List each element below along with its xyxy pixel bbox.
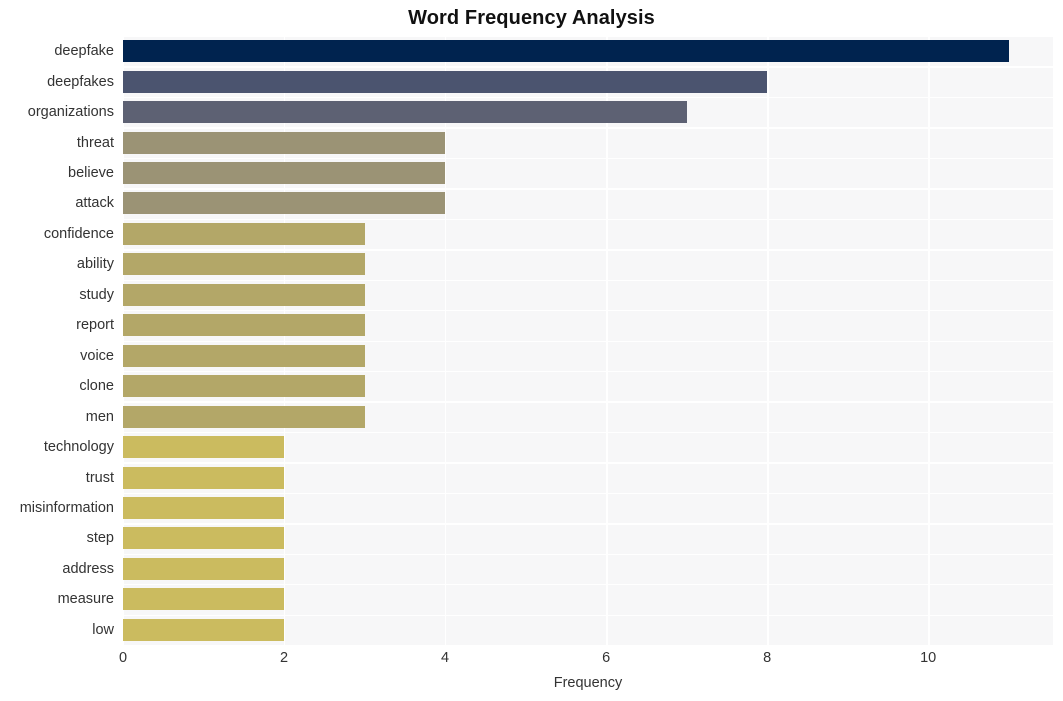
bar [123,375,365,398]
bar [123,405,365,428]
y-axis-tick-label: clone [79,378,114,395]
y-axis-tick-label: confidence [43,225,114,242]
bar [123,222,365,245]
bar [123,618,285,641]
y-axis-tick-label: measure [57,591,114,608]
bar [123,436,285,459]
bar [123,192,446,215]
y-axis-tick-label: deepfake [54,43,114,60]
x-axis-tick-label: 0 [118,650,128,666]
horizontal-gridline [123,523,1053,525]
y-axis-tick-label: believe [68,165,114,182]
horizontal-gridline [123,370,1053,373]
bar [123,344,365,367]
horizontal-gridline [123,279,1053,281]
bar [123,588,285,611]
bar [123,131,446,154]
horizontal-gridline [123,401,1053,403]
y-axis-tick-label: trust [85,469,114,486]
x-axis-tick-label: 4 [441,650,450,666]
y-axis-tick-label: misinformation [19,499,114,516]
plot-area [123,36,1053,645]
bar [123,70,768,93]
x-axis-tick-label: 6 [602,650,611,666]
bar [123,162,446,185]
x-axis-title: Frequency [553,675,623,691]
horizontal-gridline [123,157,1053,160]
bar [123,40,1009,63]
horizontal-gridline [123,218,1053,221]
horizontal-gridline [123,553,1053,556]
bar [123,496,285,519]
bar [123,283,365,306]
x-axis-tick-label: 10 [920,650,937,666]
horizontal-gridline [123,431,1053,434]
y-axis-tick-label: low [92,621,114,638]
horizontal-gridline [123,584,1053,586]
horizontal-gridline [123,310,1053,312]
horizontal-gridline [123,340,1053,342]
x-axis-tick-labels: 0 2 4 6 8 10 [0,650,1063,674]
y-axis-tick-label: attack [75,195,114,212]
y-axis-tick-label: men [85,408,114,425]
bar [123,527,285,550]
horizontal-gridline [123,96,1053,99]
y-axis-tick-label: technology [43,439,114,456]
x-axis-tick-label: 8 [763,650,772,666]
bar [123,101,687,124]
y-axis-tick-label: organizations [27,104,114,121]
y-axis-tick-label: step [86,530,114,547]
y-axis-tick-label: address [62,560,114,577]
bar [123,314,365,337]
horizontal-gridline [123,36,1053,38]
y-axis-tick-label: threat [76,134,114,151]
horizontal-gridline [123,492,1053,495]
y-axis-tick-label: report [76,317,114,334]
y-axis-tick-label: ability [76,256,114,273]
bar [123,253,365,276]
horizontal-gridline [123,127,1053,129]
y-axis-tick-label: deepfakes [47,73,114,90]
y-axis-tick-labels: deepfake deepfakes organizations threat beli… [0,36,114,645]
horizontal-gridline [123,462,1053,464]
horizontal-gridline [123,66,1053,68]
horizontal-gridline [123,249,1053,251]
y-axis-tick-label: voice [80,347,114,364]
chart-title: Word Frequency Analysis [408,7,655,29]
horizontal-gridline [123,614,1053,616]
y-axis-tick-label: study [79,286,114,303]
bar [123,466,285,489]
word-frequency-chart: Word Frequency Analysis deepfake deepfake… [0,0,1063,701]
horizontal-gridline [123,188,1053,190]
x-axis-tick-label: 2 [279,650,289,666]
bar [123,557,285,580]
